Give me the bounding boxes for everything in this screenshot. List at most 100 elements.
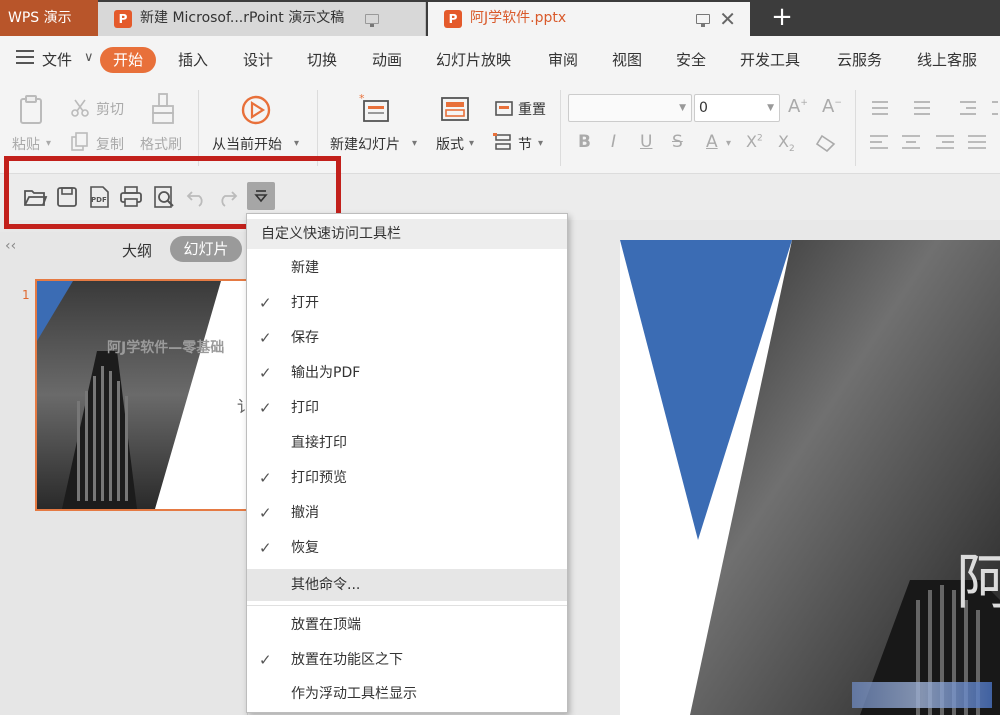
svg-text:*: *: [359, 92, 365, 105]
grow-font-icon[interactable]: A+: [788, 96, 808, 117]
scissors-icon: [71, 99, 89, 117]
menu-item-label: 打开: [291, 295, 319, 311]
chevron-down-icon[interactable]: ▾: [412, 138, 417, 149]
menu-item-save[interactable]: ✓ 保存: [247, 322, 567, 354]
font-color-icon[interactable]: A: [706, 132, 718, 152]
section-icon: [493, 133, 511, 150]
check-icon: ✓: [259, 399, 272, 417]
menu-item-label: 放置在功能区之下: [291, 652, 403, 668]
new-slide-button[interactable]: 新建幻灯片: [330, 134, 400, 154]
current-slide[interactable]: 阿: [620, 240, 1000, 715]
chevron-down-icon[interactable]: ▼: [679, 95, 686, 121]
bold-icon[interactable]: B: [578, 132, 591, 152]
menu-animation[interactable]: 动画: [372, 49, 402, 70]
document-tab-label: 新建 Microsof...rPoint 演示文稿: [140, 10, 345, 26]
document-tab-2[interactable]: P 阿J学软件.pptx ✕: [428, 2, 750, 36]
document-tab-label: 阿J学软件.pptx: [470, 10, 567, 26]
menu-item-label: 输出为PDF: [291, 365, 361, 381]
document-tab-1[interactable]: P 新建 Microsof...rPoint 演示文稿: [98, 2, 426, 36]
chevron-down-icon[interactable]: ▾: [726, 138, 731, 149]
customize-toolbar-menu: 自定义快速访问工具栏 新建 ✓ 打开 ✓ 保存 ✓ 输出为PDF ✓ 打印 直接打印 ✓…: [246, 213, 568, 713]
menu-item-print[interactable]: ✓ 打印: [247, 392, 567, 424]
chevron-down-icon[interactable]: ▾: [469, 138, 474, 149]
screen-icon[interactable]: [696, 14, 710, 27]
check-icon: ✓: [259, 651, 272, 669]
format-painter-button[interactable]: 格式刷: [140, 134, 182, 154]
from-current-button[interactable]: 从当前开始: [212, 134, 282, 154]
menu-item-label: 作为浮动工具栏显示: [291, 686, 417, 702]
menu-design[interactable]: 设计: [243, 49, 273, 70]
chevron-down-icon[interactable]: ∨: [84, 50, 94, 65]
add-tab-button[interactable]: +: [768, 0, 796, 36]
chevron-down-icon[interactable]: ▾: [46, 138, 51, 149]
format-painter-icon[interactable]: [150, 92, 176, 126]
play-icon[interactable]: [240, 94, 272, 126]
menu-item-place-below-ribbon[interactable]: ✓ 放置在功能区之下: [247, 644, 567, 676]
app-name[interactable]: WPS 演示: [0, 0, 98, 36]
menu-item-new[interactable]: 新建: [247, 252, 567, 284]
menu-item-redo[interactable]: ✓ 恢复: [247, 532, 567, 564]
menu-online-service[interactable]: 线上客服: [917, 49, 977, 70]
menu-item-place-top[interactable]: 放置在顶端: [247, 609, 567, 641]
presentation-logo-icon: P: [114, 10, 132, 28]
italic-icon[interactable]: I: [611, 132, 616, 152]
paste-icon[interactable]: [18, 94, 48, 126]
eraser-icon[interactable]: [814, 134, 836, 152]
menu-cloud[interactable]: 云服务: [837, 49, 882, 70]
font-family-select[interactable]: ▼: [568, 94, 692, 122]
menu-item-print-preview[interactable]: ✓ 打印预览: [247, 462, 567, 494]
menu-transition[interactable]: 切换: [307, 49, 337, 70]
menu-view[interactable]: 视图: [612, 49, 642, 70]
chevron-down-icon[interactable]: ▼: [767, 95, 774, 121]
menu-item-export-pdf[interactable]: ✓ 输出为PDF: [247, 357, 567, 389]
slide-title-char: 阿: [956, 548, 1000, 618]
chevron-down-icon[interactable]: ▾: [538, 138, 543, 149]
thumbnail-graphic: [37, 281, 221, 509]
menu-item-label: 打印: [291, 400, 319, 416]
presentation-logo-icon: P: [444, 10, 462, 28]
menu-item-open[interactable]: ✓ 打开: [247, 287, 567, 319]
menu-item-floating-toolbar[interactable]: 作为浮动工具栏显示: [247, 678, 567, 710]
slide-thumbnail[interactable]: 阿J学软件—零基础 讠: [35, 279, 249, 511]
paste-button[interactable]: 粘贴: [12, 134, 40, 154]
menu-start[interactable]: 开始: [100, 47, 156, 73]
underline-icon[interactable]: U: [640, 132, 652, 152]
new-slide-icon[interactable]: *: [358, 92, 392, 126]
menu-item-more-commands[interactable]: 其他命令...: [247, 569, 567, 601]
menu-review[interactable]: 审阅: [548, 49, 578, 70]
layout-icon[interactable]: [440, 96, 470, 124]
strikethrough-icon[interactable]: S: [672, 132, 683, 152]
screen-icon[interactable]: [365, 14, 379, 27]
close-icon[interactable]: ✕: [719, 7, 736, 31]
cut-button[interactable]: 剪切: [96, 99, 124, 119]
menu-item-undo[interactable]: ✓ 撤消: [247, 497, 567, 529]
copy-icon: [71, 132, 88, 151]
subscript-icon[interactable]: X2: [778, 132, 795, 154]
shrink-font-icon[interactable]: A−: [822, 96, 842, 117]
reset-icon: [495, 101, 513, 116]
ribbon-separator: [198, 90, 199, 166]
layout-button[interactable]: 版式: [436, 134, 464, 154]
menu-insert[interactable]: 插入: [178, 49, 208, 70]
font-size-select[interactable]: 0 ▼: [694, 94, 780, 122]
superscript-icon[interactable]: X2: [746, 132, 763, 151]
tab-slides[interactable]: 幻灯片: [170, 236, 242, 262]
menu-security[interactable]: 安全: [676, 49, 706, 70]
menu-item-label: 其他命令...: [291, 577, 361, 593]
menu-item-label: 新建: [291, 260, 319, 276]
tab-outline[interactable]: 大纲: [122, 240, 152, 261]
menu-item-direct-print[interactable]: 直接打印: [247, 427, 567, 459]
menu-slideshow[interactable]: 幻灯片放映: [436, 49, 511, 70]
reset-button[interactable]: 重置: [518, 99, 546, 119]
collapse-panel-icon[interactable]: ‹‹: [5, 238, 16, 254]
menu-developer[interactable]: 开发工具: [740, 49, 800, 70]
slide-number: 1: [22, 288, 30, 302]
menu-item-label: 恢复: [291, 540, 319, 556]
ribbon-separator: [855, 90, 856, 166]
paragraph-tools-icon[interactable]: [868, 98, 998, 158]
chevron-down-icon[interactable]: ▾: [294, 138, 299, 149]
menu-file[interactable]: 文件: [42, 49, 72, 70]
copy-button[interactable]: 复制: [96, 134, 124, 154]
hamburger-icon[interactable]: [16, 50, 34, 64]
section-button[interactable]: 节: [518, 134, 532, 154]
